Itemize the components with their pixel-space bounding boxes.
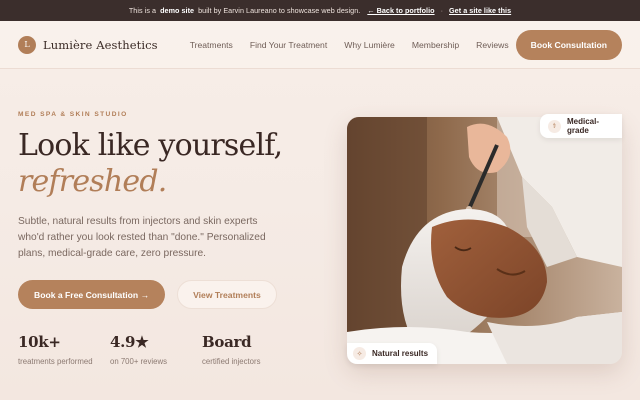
- hero-eyebrow: MED SPA & SKIN STUDIO: [18, 111, 128, 118]
- stat-value: Board: [202, 333, 252, 351]
- banner-middle: built by Earvin Laureano to showcase web…: [198, 6, 361, 15]
- brand-name: Lumière Aesthetics: [43, 37, 158, 52]
- banner-separator: ·: [440, 6, 444, 15]
- view-treatments-button[interactable]: View Treatments: [177, 280, 277, 309]
- get-site-link[interactable]: Get a site like this: [449, 6, 511, 15]
- badge-label: Medical-grade: [567, 117, 600, 135]
- main-nav: Treatments Find Your Treatment Why Lumiè…: [190, 40, 509, 50]
- nav-why-lumiere[interactable]: Why Lumière: [344, 40, 395, 50]
- stat-treatments: 10k+ treatments performed: [18, 333, 110, 366]
- hero-title-accent: refreshed.: [18, 164, 167, 199]
- stat-label: on 700+ reviews: [110, 357, 167, 366]
- stethoscope-icon: ⚕: [548, 119, 561, 133]
- book-free-consultation-button[interactable]: Book a Free Consultation →: [18, 280, 166, 309]
- hero-buttons: Book a Free Consultation → View Treatmen…: [18, 280, 318, 309]
- nav-reviews[interactable]: Reviews: [476, 40, 508, 50]
- stat-board: Board certified injectors: [202, 333, 294, 366]
- hero-photo: [347, 117, 622, 364]
- hero-subtitle: Subtle, natural results from injectors a…: [18, 216, 266, 259]
- stat-value: 4.9★: [110, 333, 149, 351]
- back-to-portfolio-link[interactable]: ← Back to portfolio: [367, 6, 434, 15]
- badge-label: Natural results: [372, 349, 429, 358]
- nav-membership[interactable]: Membership: [412, 40, 459, 50]
- hero-stats: 10k+ treatments performed 4.9★ on 700+ r…: [18, 333, 318, 366]
- nav-treatments[interactable]: Treatments: [190, 40, 233, 50]
- brand-mark-icon: L: [18, 35, 36, 54]
- banner-demo-text: demo site: [160, 6, 195, 15]
- site-header: L Lumière Aesthetics Treatments Find You…: [0, 21, 640, 69]
- medical-grade-badge: ⚕ Medical-grade: [540, 114, 622, 138]
- nav-find-your-treatment[interactable]: Find Your Treatment: [250, 40, 327, 50]
- facial-treatment-image: [347, 117, 622, 364]
- brand-logo[interactable]: L Lumière Aesthetics: [18, 35, 158, 54]
- banner-prefix: This is a: [128, 6, 157, 15]
- book-consultation-button[interactable]: Book Consultation: [515, 29, 622, 60]
- stat-label: certified injectors: [202, 357, 261, 366]
- stat-value: 10k+: [18, 333, 61, 351]
- sparkle-icon: ✧: [353, 347, 366, 360]
- stat-label: treatments performed: [18, 357, 93, 366]
- demo-banner: This is a demo site built by Earvin Laur…: [0, 0, 640, 21]
- natural-results-badge: ✧ Natural results: [347, 343, 438, 364]
- hero-title-line1: Look like yourself,: [18, 128, 283, 163]
- stat-rating: 4.9★ on 700+ reviews: [110, 333, 202, 366]
- hero-title: Look like yourself, refreshed.: [18, 128, 318, 200]
- hero-section: MED SPA & SKIN STUDIO Look like yourself…: [18, 111, 318, 366]
